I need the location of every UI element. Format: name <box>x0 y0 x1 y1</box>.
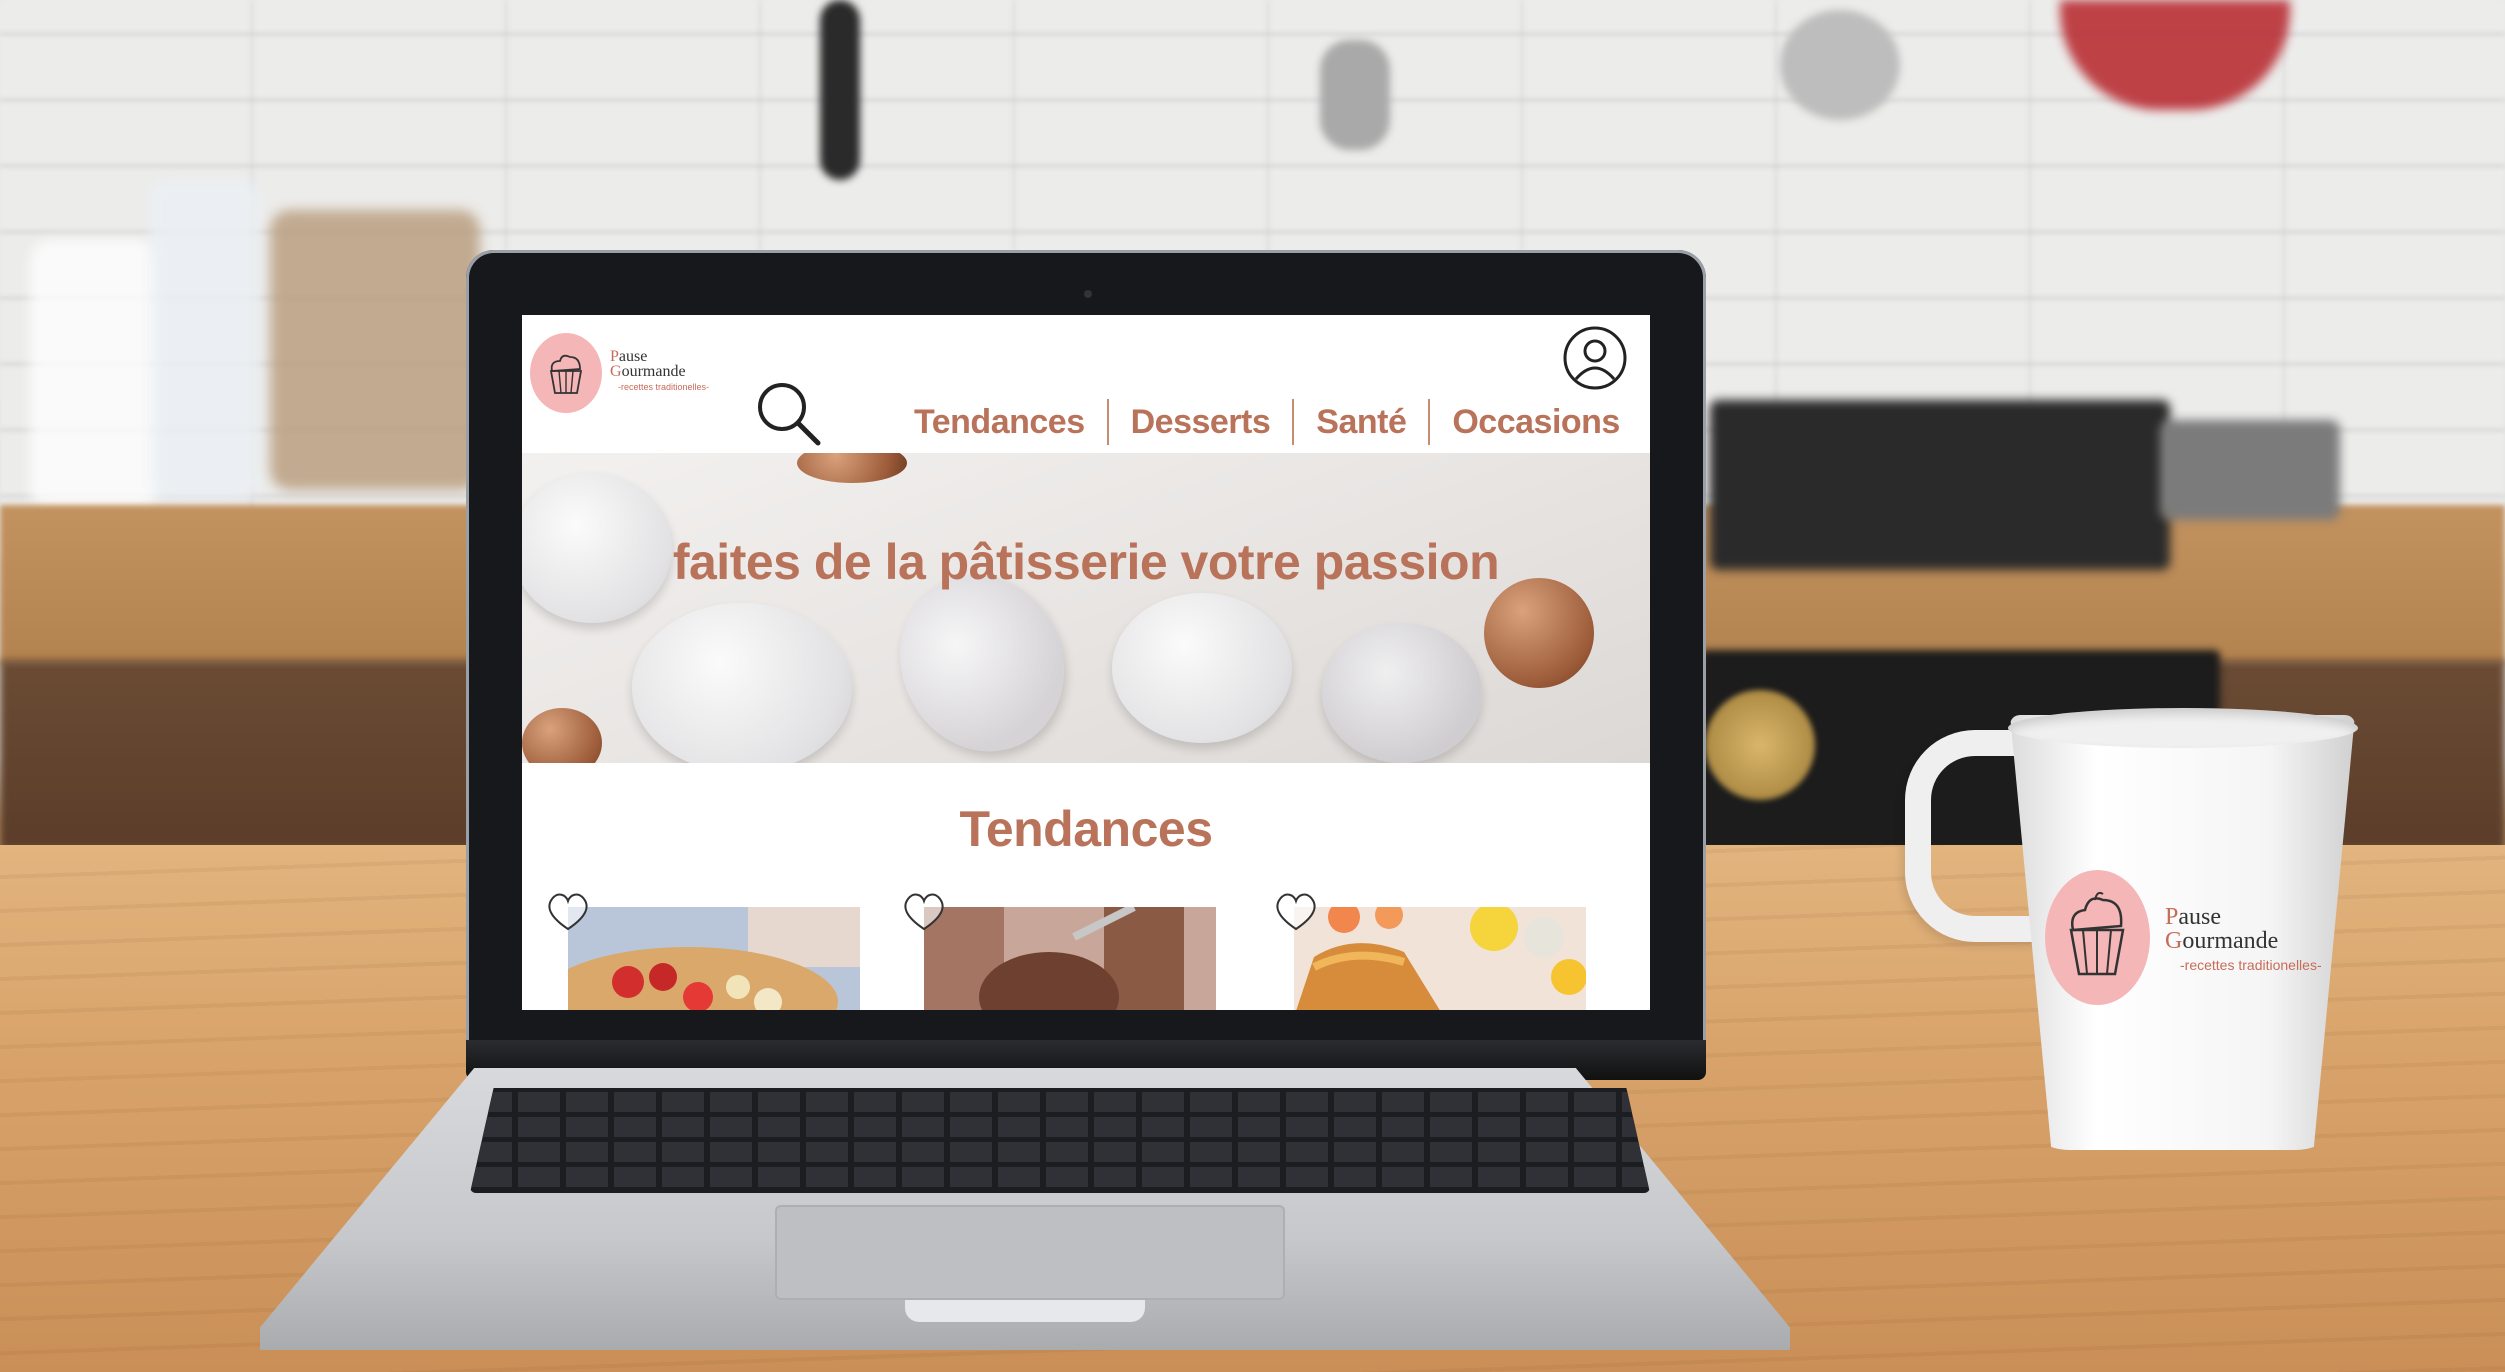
laptop-screen: Pause Gourmande -recettes traditionelles… <box>522 315 1650 1010</box>
logo-tagline: -recettes traditionelles- <box>618 382 710 392</box>
hero-title: faites de la pâtisserie votre passion <box>672 534 1500 590</box>
madeleine-cake-image <box>1294 907 1586 1010</box>
nav-item-desserts[interactable]: Desserts <box>1109 399 1293 445</box>
recipe-card[interactable] <box>924 907 1216 1010</box>
nav-item-sante[interactable]: Santé <box>1294 399 1428 445</box>
chocolate-egg <box>1484 578 1594 688</box>
section-title: Tendances <box>959 801 1214 857</box>
nav-item-occasions[interactable]: Occasions <box>1430 399 1641 445</box>
stove <box>1710 400 2170 570</box>
mug-rim <box>2008 708 2358 748</box>
basket <box>270 210 480 490</box>
chocolate-ice-cream-image <box>924 907 1216 1010</box>
cupcake-icon <box>549 354 583 394</box>
recipe-card[interactable] <box>568 907 860 1010</box>
user-account-icon[interactable] <box>1562 325 1628 391</box>
logo-wordmark[interactable]: Pause Gourmande <box>610 349 686 380</box>
heart-icon[interactable] <box>544 889 592 933</box>
cupcake-icon <box>2069 891 2125 976</box>
chocolate-egg <box>797 453 907 483</box>
webcam <box>1084 290 1092 298</box>
trackpad <box>775 1205 1285 1300</box>
main-nav: Tendances Desserts Santé Occasions <box>892 397 1642 447</box>
pot <box>2160 420 2340 520</box>
search-icon[interactable] <box>754 379 824 449</box>
mug-wordmark: Pause Gourmande <box>2165 904 2279 954</box>
utensil <box>1320 40 1390 150</box>
site-header: Pause Gourmande -recettes traditionelles… <box>522 315 1650 454</box>
macaron <box>632 603 852 763</box>
hero-banner: faites de la pâtisserie votre passion <box>522 453 1650 763</box>
utensil <box>1780 10 1900 120</box>
macaron <box>1112 593 1292 743</box>
chocolate-egg <box>522 708 602 763</box>
laptop-lip <box>905 1300 1145 1322</box>
keyboard <box>470 1088 1650 1193</box>
jar <box>150 180 260 500</box>
macaron <box>1322 623 1482 763</box>
nav-item-tendances[interactable]: Tendances <box>892 399 1107 445</box>
mug-tagline: -recettes traditionelles- <box>2180 957 2322 973</box>
heart-icon[interactable] <box>1272 889 1320 933</box>
utensil <box>820 0 860 180</box>
heart-icon[interactable] <box>900 889 948 933</box>
jar <box>30 240 160 510</box>
recipe-card[interactable] <box>1294 907 1586 1010</box>
strawberry-pastry-image <box>568 907 860 1010</box>
